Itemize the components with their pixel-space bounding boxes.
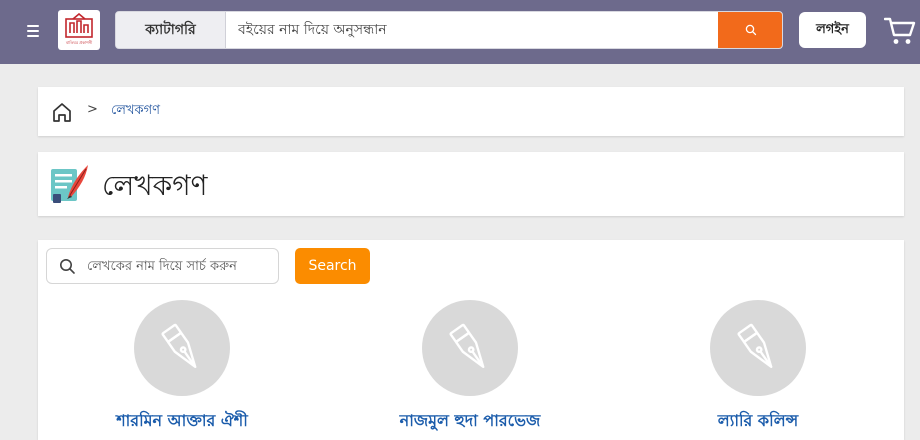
search-icon (745, 24, 756, 36)
hamburger-menu-icon[interactable] (22, 20, 44, 42)
author-name: নাজমুল হুদা পারভেজ (399, 411, 541, 430)
main-search-button[interactable] (718, 12, 782, 48)
breadcrumb-current[interactable]: লেখকগণ (111, 101, 160, 122)
author-card[interactable]: শারমিন আক্তার ঐশী (72, 300, 292, 435)
author-search-button[interactable]: Search (295, 248, 370, 284)
cart-button[interactable] (883, 16, 916, 46)
top-header: বাতিঘর প্রকাশনী ক্যাটাগরি লগইন (0, 0, 920, 64)
author-name: শারমিন আক্তার ঐশী (116, 411, 248, 430)
author-card[interactable]: নাজমুল হুদা পারভেজ (360, 300, 580, 435)
logo-text: বাতিঘর প্রকাশনী (65, 40, 93, 45)
breadcrumb: > লেখকগণ (38, 87, 904, 136)
home-icon[interactable] (51, 101, 73, 123)
page-title: লেখকগণ (102, 169, 208, 202)
breadcrumb-separator: > (87, 102, 98, 117)
authors-list-section: Search শারমিন আক্তার ঐশী (38, 240, 904, 440)
fountain-pen-icon (449, 323, 485, 369)
logo-mark-icon (65, 13, 93, 38)
page-title-card: লেখকগণ (38, 152, 904, 216)
author-name: ল্যারি কলিন্স (717, 411, 799, 430)
author-card[interactable]: ল্যারি কলিন্স (648, 300, 868, 435)
category-dropdown-button[interactable]: ক্যাটাগরি (116, 12, 226, 48)
writer-feather-icon (48, 161, 92, 207)
author-avatar (710, 300, 806, 396)
main-search-bar: ক্যাটাগরি (115, 11, 783, 49)
search-icon (60, 259, 75, 274)
author-search-input[interactable] (87, 249, 275, 283)
author-avatar (134, 300, 230, 396)
author-avatar (422, 300, 518, 396)
book-search-input[interactable] (228, 12, 718, 48)
login-button[interactable]: লগইন (799, 12, 866, 48)
fountain-pen-icon (161, 323, 197, 369)
shopping-cart-icon (883, 17, 916, 44)
site-logo[interactable]: বাতিঘর প্রকাশনী (58, 10, 100, 50)
fountain-pen-icon (737, 323, 773, 369)
author-search-box (46, 248, 279, 284)
